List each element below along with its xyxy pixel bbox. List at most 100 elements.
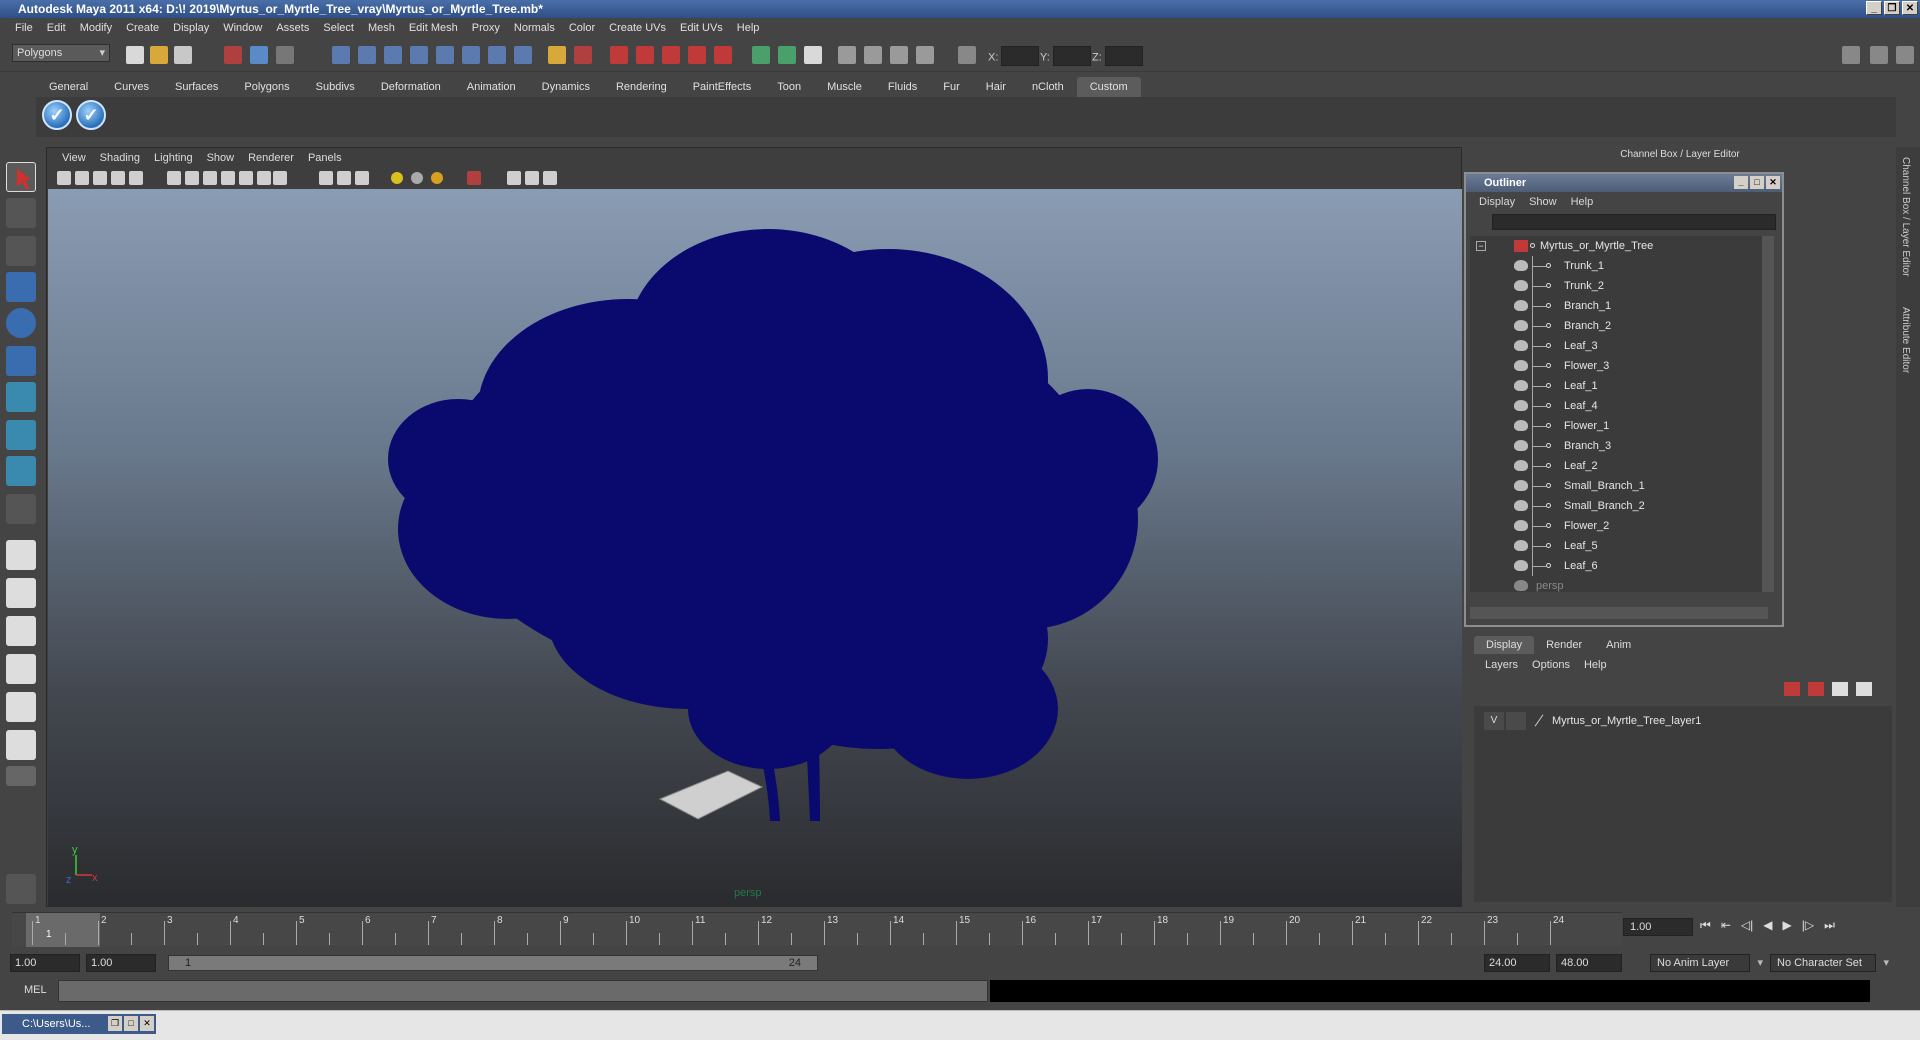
playback-start-field[interactable]: 1.00 — [86, 954, 156, 972]
outliner-titlebar[interactable]: Outliner _ □ ✕ — [1466, 174, 1782, 192]
list-item[interactable]: Small_Branch_2 — [1470, 496, 1768, 516]
shelf-tab-painteffects[interactable]: PaintEffects — [680, 77, 765, 97]
outliner-menu-display[interactable]: Display — [1472, 196, 1522, 208]
select-component-icon[interactable] — [276, 46, 294, 64]
list-item[interactable]: Branch_1 — [1470, 296, 1768, 316]
move-layer-up-icon[interactable] — [1784, 682, 1800, 696]
list-item[interactable]: persp — [1470, 576, 1768, 592]
shelf-tab-hair[interactable]: Hair — [973, 77, 1019, 97]
menu-create[interactable]: Create — [119, 22, 166, 34]
go-to-end-icon[interactable]: ⏭ — [1824, 918, 1835, 936]
close-button[interactable]: ✕ — [1902, 1, 1918, 15]
shelf-tab-curves[interactable]: Curves — [101, 77, 162, 97]
menu-edit[interactable]: Edit — [40, 22, 73, 34]
tab-attribute-editor[interactable]: Attribute Editor — [1900, 307, 1911, 373]
checkmark-icon-2[interactable]: ✓ — [76, 100, 106, 130]
checkmark-icon[interactable]: ✓ — [42, 100, 72, 130]
menu-modify[interactable]: Modify — [73, 22, 119, 34]
snap-live-icon[interactable] — [488, 46, 506, 64]
snap-plane-icon[interactable] — [410, 46, 428, 64]
layer-playback-toggle[interactable] — [1506, 712, 1526, 730]
input-icon[interactable] — [688, 46, 706, 64]
list-item[interactable]: Branch_3 — [1470, 436, 1768, 456]
taskbar-close-button[interactable]: ✕ — [140, 1016, 154, 1031]
outliner-search-input[interactable] — [1492, 214, 1776, 230]
hypershade-layout-icon[interactable] — [6, 692, 36, 722]
list-item[interactable]: Flower_3 — [1470, 356, 1768, 376]
attribute-editor-toggle-icon[interactable] — [1896, 46, 1914, 64]
animation-end-field[interactable]: 48.00 — [1556, 954, 1622, 972]
shelf-tab-surfaces[interactable]: Surfaces — [162, 77, 231, 97]
list-item[interactable]: Leaf_4 — [1470, 396, 1768, 416]
render-globals-icon[interactable] — [890, 46, 908, 64]
four-view-layout-icon[interactable] — [6, 578, 36, 608]
3d-viewport[interactable]: y x z persp — [48, 189, 1462, 907]
magnet-icon[interactable] — [662, 46, 680, 64]
menu-proxy[interactable]: Proxy — [465, 22, 507, 34]
select-hierarchy-icon[interactable] — [224, 46, 242, 64]
outliner-layout-icon[interactable] — [6, 616, 36, 646]
rotate-tool-icon[interactable] — [6, 308, 36, 338]
outliner-menu-help[interactable]: Help — [1564, 196, 1601, 208]
snap-view-icon[interactable] — [462, 46, 480, 64]
select-tool-icon[interactable] — [6, 162, 36, 192]
menu-window[interactable]: Window — [216, 22, 269, 34]
taskbar-maximize-button[interactable]: □ — [124, 1016, 138, 1031]
custom-layout-icon[interactable] — [6, 730, 36, 760]
anim-layer-dropdown[interactable]: No Anim Layer — [1650, 954, 1763, 972]
list-item[interactable]: Trunk_2 — [1470, 276, 1768, 296]
render-settings-icon[interactable] — [838, 46, 856, 64]
outliner-close-button[interactable]: ✕ — [1766, 176, 1780, 189]
shelf-tab-general[interactable]: General — [36, 77, 101, 97]
list-item[interactable]: Small_Branch_1 — [1470, 476, 1768, 496]
manipulator-tool-icon[interactable] — [6, 382, 36, 412]
playback-end-field[interactable]: 24.00 — [1484, 954, 1550, 972]
shelf-tab-custom[interactable]: Custom — [1076, 77, 1141, 97]
render-current-icon[interactable] — [778, 46, 796, 64]
single-view-layout-icon[interactable] — [6, 540, 36, 570]
channel-box-toggle-icon[interactable] — [1870, 46, 1888, 64]
scale-tool-icon[interactable] — [6, 346, 36, 376]
layout-icon[interactable] — [1842, 46, 1860, 64]
y-field[interactable] — [1052, 46, 1091, 66]
maximize-button[interactable]: ❐ — [1884, 1, 1900, 15]
shelf-tab-muscle[interactable]: Muscle — [814, 77, 875, 97]
viewport-menu-panels[interactable]: Panels — [301, 152, 349, 164]
paint-select-tool-icon[interactable] — [6, 236, 36, 266]
output-icon[interactable] — [714, 46, 732, 64]
layer-menu-options[interactable]: Options — [1525, 659, 1577, 671]
list-item[interactable]: − Myrtus_or_Myrtle_Tree — [1470, 236, 1768, 256]
selection-mask-icon[interactable] — [574, 46, 592, 64]
menu-file[interactable]: File — [8, 22, 40, 34]
snap-surface-icon[interactable] — [436, 46, 454, 64]
taskbar-restore-button[interactable]: ❐ — [108, 1016, 122, 1031]
play-backward-icon[interactable]: ◀ — [1763, 918, 1772, 936]
layer-tab-display[interactable]: Display — [1474, 636, 1535, 654]
step-back-frame-icon[interactable]: ◁| — [1741, 918, 1753, 936]
collapse-icon[interactable]: − — [1476, 241, 1486, 251]
outliner-menu-show[interactable]: Show — [1522, 196, 1564, 208]
snap-curve-icon[interactable] — [358, 46, 376, 64]
list-item[interactable]: Flower_2 — [1470, 516, 1768, 536]
shelf-tab-fur[interactable]: Fur — [930, 77, 973, 97]
list-item[interactable]: Trunk_1 — [1470, 256, 1768, 276]
outliner-horizontal-scrollbar[interactable] — [1470, 607, 1768, 619]
layer-color-swatch[interactable] — [1530, 712, 1546, 730]
viewport-menu-renderer[interactable]: Renderer — [241, 152, 301, 164]
animation-start-field[interactable]: 1.00 — [10, 954, 80, 972]
last-tool-icon[interactable] — [6, 494, 36, 524]
save-scene-icon[interactable] — [174, 46, 192, 64]
list-item[interactable]: Leaf_3 — [1470, 336, 1768, 356]
snap-grid-icon[interactable] — [332, 46, 350, 64]
layer-tab-render[interactable]: Render — [1534, 636, 1594, 654]
layer-menu-help[interactable]: Help — [1577, 659, 1614, 671]
layer-visibility-toggle[interactable]: V — [1484, 712, 1504, 730]
list-item[interactable]: Leaf_1 — [1470, 376, 1768, 396]
snap-point-icon[interactable] — [384, 46, 402, 64]
lasso-tool-icon[interactable] — [6, 198, 36, 228]
layout-options-icon[interactable] — [6, 766, 36, 786]
graph-layout-icon[interactable] — [6, 654, 36, 684]
new-layer-from-selected-icon[interactable] — [1856, 682, 1872, 696]
go-to-start-icon[interactable]: ⏮ — [1700, 918, 1711, 936]
menu-edit-uvs[interactable]: Edit UVs — [673, 22, 730, 34]
